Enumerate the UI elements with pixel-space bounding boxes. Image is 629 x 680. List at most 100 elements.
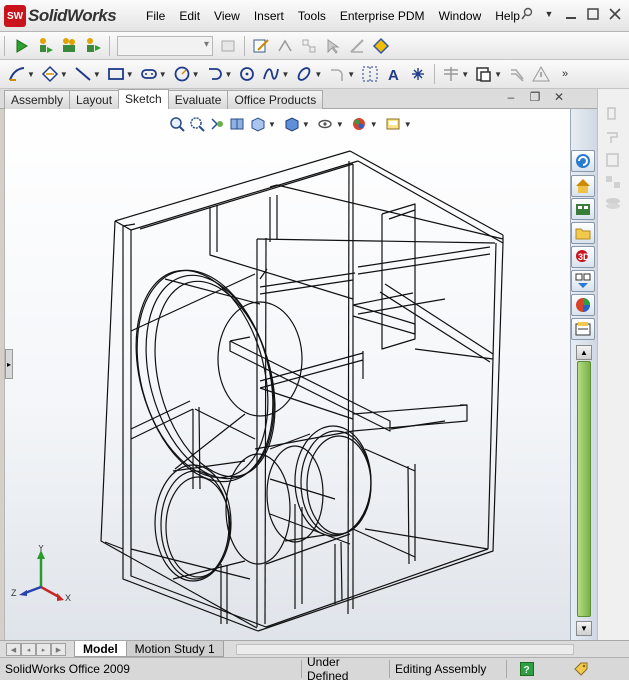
menu-window[interactable]: Window <box>432 9 489 23</box>
tab-office-products[interactable]: Office Products <box>227 90 324 109</box>
chevron-down-icon[interactable]: ▼ <box>461 70 469 79</box>
menu-tools[interactable]: Tools <box>291 9 333 23</box>
doc-minimize-icon[interactable]: – <box>503 90 519 104</box>
fillet-icon[interactable] <box>326 63 348 85</box>
text-icon[interactable]: A <box>383 63 405 85</box>
scroll-down-button[interactable]: ▼ <box>576 621 592 636</box>
tab-evaluate[interactable]: Evaluate <box>167 90 229 109</box>
arc-icon[interactable] <box>204 63 226 85</box>
scroll-up-button[interactable]: ▲ <box>576 345 592 360</box>
feature-manager-toggle[interactable]: ▸ <box>5 349 13 379</box>
tab-model[interactable]: Model <box>74 641 127 657</box>
polygon-icon[interactable] <box>236 63 258 85</box>
circle-icon[interactable] <box>171 63 193 85</box>
view-orientation-icon[interactable] <box>248 115 266 133</box>
tab-layout[interactable]: Layout <box>69 90 120 109</box>
chevron-down-icon[interactable]: ▼ <box>314 70 322 79</box>
appearance-icon[interactable] <box>350 115 368 133</box>
sketch-edit-icon[interactable] <box>250 35 272 57</box>
view-palette-icon[interactable] <box>571 270 595 292</box>
first-tab-icon[interactable]: ◀ <box>6 643 21 656</box>
chevron-down-icon[interactable]: ▼ <box>370 120 378 129</box>
doc-restore-icon[interactable]: ❐ <box>527 90 543 104</box>
last-tab-icon[interactable]: ▶ <box>51 643 66 656</box>
play-green-icon[interactable] <box>10 35 32 57</box>
resources-icon[interactable] <box>571 150 595 172</box>
smart-dimension-icon[interactable] <box>39 63 61 85</box>
display-style-icon[interactable] <box>282 115 300 133</box>
warning-icon[interactable] <box>530 63 552 85</box>
chevron-down-icon[interactable]: ▼ <box>541 6 557 22</box>
relation-icon[interactable] <box>298 35 320 57</box>
design-library-icon[interactable] <box>571 175 595 197</box>
search-icon[interactable]: 3D <box>571 246 595 268</box>
doc-close-icon[interactable]: ✕ <box>551 90 567 104</box>
vertical-scrollbar[interactable]: ▲ ▼ <box>575 345 593 636</box>
configuration-select[interactable] <box>117 35 213 56</box>
chevron-down-icon[interactable]: ▼ <box>347 70 355 79</box>
close-icon[interactable] <box>607 6 623 22</box>
menu-insert[interactable]: Insert <box>247 9 291 23</box>
slot-icon[interactable] <box>138 63 160 85</box>
quick-snap-icon[interactable] <box>370 35 392 57</box>
person-group-2-icon[interactable] <box>82 35 104 57</box>
chevron-down-icon[interactable]: ▼ <box>159 70 167 79</box>
hide-show-icon[interactable] <box>316 115 334 133</box>
more-icon[interactable]: » <box>554 63 576 85</box>
zoom-to-fit-icon[interactable] <box>168 115 186 133</box>
tab-motion-study-1[interactable]: Motion Study 1 <box>125 641 224 657</box>
ellipse-icon[interactable] <box>293 63 315 85</box>
appearances-icon[interactable] <box>571 294 595 316</box>
file-explorer-icon[interactable] <box>571 198 595 220</box>
construction-grid-icon[interactable] <box>359 63 381 85</box>
horizontal-scrollbar[interactable] <box>236 644 574 655</box>
chevron-down-icon[interactable]: ▼ <box>494 70 502 79</box>
scroll-thumb[interactable] <box>577 361 591 617</box>
chevron-down-icon[interactable]: ▼ <box>404 120 412 129</box>
folder-icon[interactable] <box>571 222 595 244</box>
cursor-icon[interactable] <box>322 35 344 57</box>
tab-assembly[interactable]: Assembly <box>4 90 71 109</box>
config-manager-icon[interactable] <box>217 35 239 57</box>
help-icon[interactable]: ? <box>507 660 547 678</box>
sketch-icon[interactable] <box>6 63 28 85</box>
restore-icon[interactable] <box>585 6 601 22</box>
chevron-down-icon[interactable]: ▼ <box>336 120 344 129</box>
menu-edit[interactable]: Edit <box>172 9 207 23</box>
measure-icon[interactable] <box>346 35 368 57</box>
chevron-down-icon[interactable]: ▼ <box>281 70 289 79</box>
chevron-down-icon[interactable]: ▼ <box>60 70 68 79</box>
menu-view[interactable]: View <box>207 9 247 23</box>
zoom-area-icon[interactable] <box>188 115 206 133</box>
chevron-down-icon[interactable]: ▼ <box>27 70 35 79</box>
chevron-down-icon[interactable]: ▼ <box>93 70 101 79</box>
spline-icon[interactable] <box>260 63 282 85</box>
minimize-icon[interactable] <box>563 6 579 22</box>
pin-icon[interactable] <box>519 6 535 22</box>
menu-enterprise-pdm[interactable]: Enterprise PDM <box>333 9 432 23</box>
point-icon[interactable] <box>407 63 429 85</box>
menu-file[interactable]: File <box>139 9 172 23</box>
solidworks-logo[interactable]: SW SolidWorks <box>4 4 117 28</box>
previous-view-icon[interactable] <box>208 115 226 133</box>
centerline-icon[interactable] <box>440 63 462 85</box>
chevron-down-icon[interactable]: ▼ <box>192 70 200 79</box>
section-view-icon[interactable] <box>228 115 246 133</box>
person-run-icon[interactable] <box>34 35 56 57</box>
line-icon[interactable] <box>72 63 94 85</box>
custom-properties-icon[interactable] <box>571 318 595 340</box>
scene-icon[interactable] <box>384 115 402 133</box>
smart-dimension-icon[interactable] <box>274 35 296 57</box>
rectangle-icon[interactable] <box>105 63 127 85</box>
person-group-icon[interactable] <box>58 35 80 57</box>
graphics-area[interactable]: ▼ ▼ ▼ ▼ ▼ ▸ Y X Z <box>4 109 570 640</box>
chevron-down-icon[interactable]: ▼ <box>302 120 310 129</box>
mirror-icon[interactable] <box>506 63 528 85</box>
tab-sketch[interactable]: Sketch <box>118 89 169 109</box>
offset-icon[interactable] <box>473 63 495 85</box>
next-tab-icon[interactable]: ▸ <box>36 643 51 656</box>
chevron-down-icon[interactable]: ▼ <box>225 70 233 79</box>
chevron-down-icon[interactable]: ▼ <box>268 120 276 129</box>
prev-tab-icon[interactable]: ◂ <box>21 643 36 656</box>
chevron-down-icon[interactable]: ▼ <box>126 70 134 79</box>
